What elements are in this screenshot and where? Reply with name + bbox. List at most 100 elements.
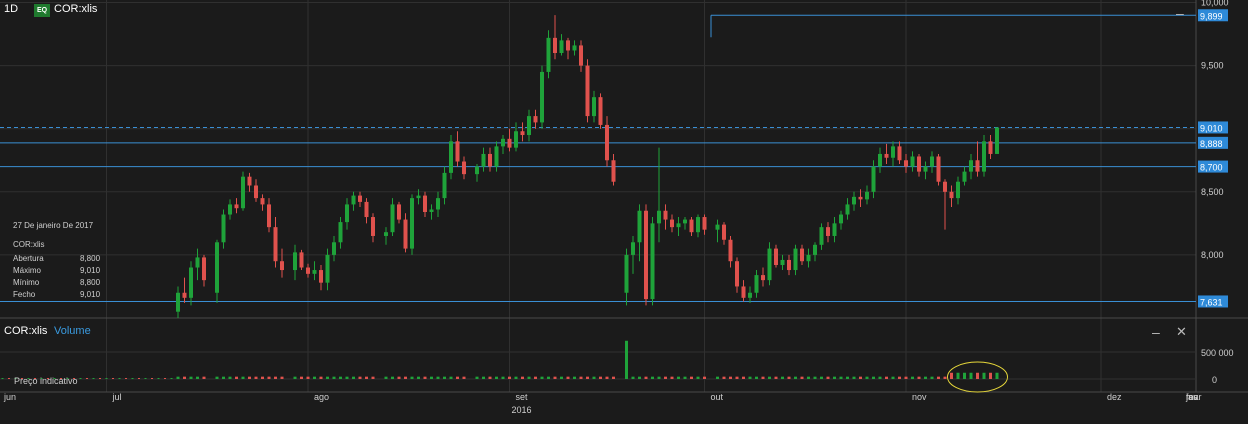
volume-bar — [164, 378, 166, 379]
volume-bar — [449, 376, 453, 379]
volume-bar — [833, 376, 836, 379]
volume-bar — [794, 376, 797, 379]
volume-bar — [982, 372, 986, 379]
volume-bar — [872, 376, 875, 379]
volume-bar — [644, 376, 648, 379]
candle-body — [936, 156, 941, 182]
candle-body — [195, 257, 200, 268]
volume-bar — [930, 376, 934, 379]
volume-bar — [722, 376, 726, 379]
volume-bar — [664, 376, 667, 379]
volume-bar — [937, 376, 940, 379]
volume-bar — [527, 376, 531, 379]
volume-bar — [703, 376, 706, 379]
minimize-volume-panel-button[interactable]: – — [1152, 325, 1160, 339]
info-close-label: Fecho — [13, 290, 36, 299]
candle-body — [176, 292, 180, 312]
symbol-title: COR:xlis — [54, 3, 98, 15]
candle-body — [800, 248, 804, 262]
volume-bar — [112, 378, 114, 379]
candle-body — [982, 141, 986, 172]
candle-body — [767, 248, 772, 281]
volume-bar — [566, 376, 570, 379]
candle-body — [793, 248, 798, 271]
candle-body — [683, 219, 687, 224]
volume-bar — [820, 376, 823, 379]
volume-bar — [345, 376, 349, 379]
level-label: 7,631 — [1200, 297, 1223, 307]
candle-body — [813, 244, 817, 255]
candle-body — [956, 181, 960, 199]
candle-body — [657, 210, 661, 224]
volume-bar — [638, 376, 641, 379]
candle-body — [878, 153, 882, 167]
volume-bar — [839, 376, 843, 379]
interval-label[interactable]: 1D — [4, 3, 18, 15]
volume-bar — [807, 376, 810, 379]
volume-bar — [313, 376, 316, 379]
volume-bar — [86, 378, 88, 379]
volume-bar — [300, 376, 303, 379]
level-label: 8,700 — [1200, 163, 1223, 173]
volume-bar — [105, 378, 108, 379]
candle-body — [397, 204, 401, 220]
volume-bar — [917, 376, 921, 379]
candle-body — [605, 124, 609, 161]
volume-bar — [371, 376, 375, 379]
candle-body — [306, 267, 310, 274]
candle-body — [325, 254, 330, 283]
candle-body — [930, 156, 934, 167]
volume-bar — [943, 376, 947, 379]
candle-body — [358, 195, 362, 202]
candle-body — [234, 204, 239, 209]
candle-body — [273, 227, 278, 262]
volume-bar — [391, 376, 394, 379]
candle-body — [260, 198, 265, 205]
volume-bar — [969, 372, 973, 379]
volume-bar — [241, 376, 245, 379]
candle-body — [917, 156, 921, 172]
candle-body — [475, 166, 479, 175]
candle-body — [806, 254, 811, 262]
candle-body — [670, 219, 674, 228]
candle-body — [221, 214, 226, 243]
volume-bar — [125, 378, 127, 379]
candle-body — [546, 37, 551, 72]
candle-body — [247, 176, 252, 186]
candle-body — [923, 166, 928, 172]
month-tick-label: nov — [912, 392, 927, 402]
volume-bar — [911, 376, 914, 379]
candle-body — [520, 131, 525, 136]
volume-bar — [573, 376, 576, 379]
volume-bar — [222, 376, 225, 379]
candle-body — [280, 261, 284, 271]
volume-bar — [729, 376, 732, 379]
info-high-label: Máximo — [13, 266, 42, 275]
candle-body — [494, 146, 499, 167]
volume-bar — [131, 378, 134, 379]
candle-body — [761, 275, 765, 281]
volume-bar — [397, 376, 401, 379]
month-tick-label: jun — [3, 392, 16, 402]
close-volume-panel-button[interactable]: ✕ — [1176, 325, 1187, 339]
volume-bar — [657, 376, 661, 379]
candle-body — [696, 217, 700, 233]
minimize-price-panel-button[interactable]: – — [1176, 6, 1184, 20]
volume-bar — [417, 376, 420, 379]
volume-symbol: COR:xlis — [4, 325, 48, 337]
candle-body — [715, 224, 720, 230]
price-tick-label: 8,000 — [1201, 250, 1224, 260]
candle-body — [624, 254, 629, 293]
volume-bar — [534, 376, 537, 379]
candle-body — [449, 141, 453, 173]
candle-body — [962, 171, 967, 182]
candle-body — [579, 45, 583, 66]
volume-bar — [267, 376, 271, 379]
volume-bar — [540, 376, 544, 379]
volume-bar — [384, 376, 388, 379]
candle-body — [852, 196, 856, 205]
volume-title: Volume — [54, 325, 91, 337]
info-date: 27 De janeiro De 2017 — [13, 221, 94, 230]
volume-bar — [326, 376, 329, 379]
volume-bar — [963, 372, 966, 379]
